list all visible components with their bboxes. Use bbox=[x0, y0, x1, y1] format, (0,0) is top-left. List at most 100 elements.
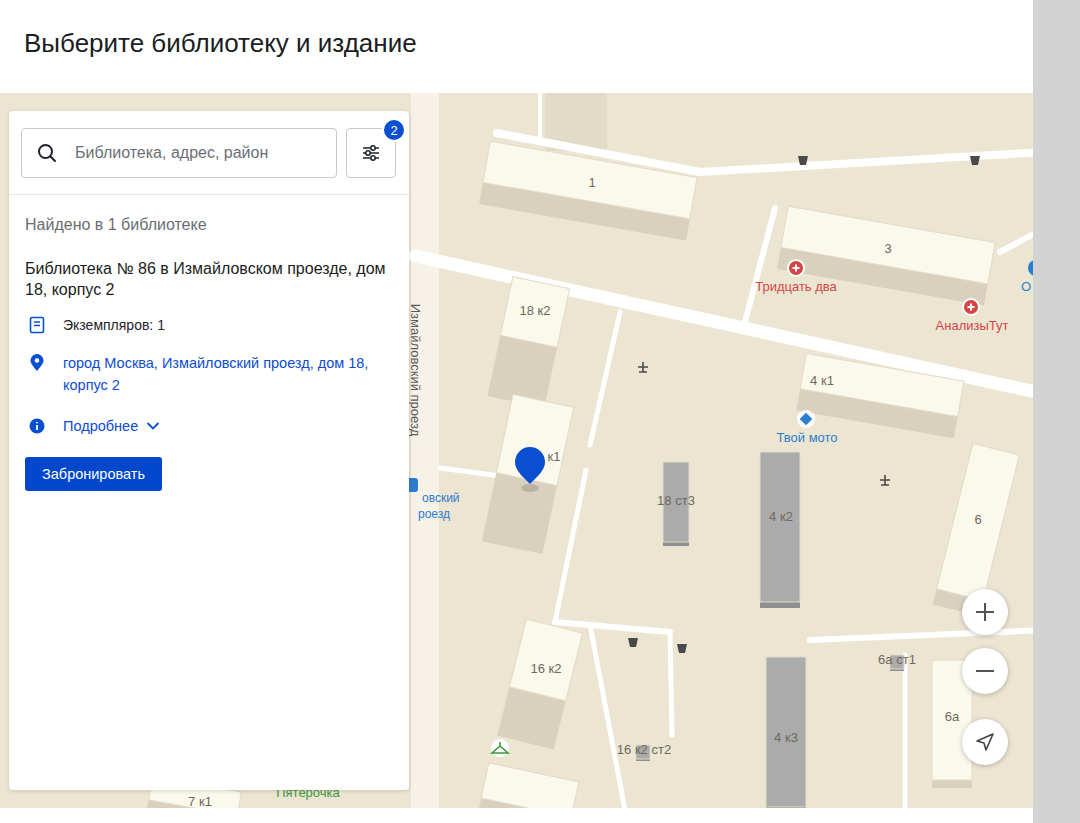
building-wall bbox=[477, 763, 579, 808]
building-number: 4 к3 bbox=[774, 730, 798, 745]
filter-count-badge: 2 bbox=[382, 118, 406, 142]
road bbox=[745, 208, 775, 322]
trash-icon bbox=[798, 156, 808, 165]
library-panel: 2 Найдено в 1 библиотеке Библиотека № 86 в… bbox=[9, 111, 409, 790]
library-card: Библиотека № 86 в Измайловском проезде, … bbox=[25, 236, 393, 491]
building-number: 18 к2 bbox=[520, 303, 551, 318]
building bbox=[482, 394, 574, 554]
copies-count: Экземпляров: 1 bbox=[63, 315, 165, 335]
page-title: Выберите библиотеку и издание bbox=[24, 28, 417, 65]
place-name[interactable]: О bbox=[1021, 279, 1031, 294]
building-roof bbox=[500, 277, 569, 348]
building-wall bbox=[766, 657, 806, 808]
scroll-gutter bbox=[1033, 0, 1080, 823]
building-wall bbox=[488, 277, 570, 408]
building bbox=[796, 353, 964, 438]
road bbox=[670, 632, 672, 735]
building-roof bbox=[496, 394, 573, 485]
road bbox=[1000, 228, 1033, 252]
map-controls bbox=[962, 589, 1008, 765]
building-wall bbox=[760, 452, 800, 608]
chevron-down-icon bbox=[146, 421, 160, 431]
building-roof bbox=[481, 763, 578, 808]
moto-icon[interactable] bbox=[797, 410, 815, 428]
library-pin[interactable] bbox=[515, 447, 545, 492]
address-link[interactable]: город Москва, Измайловский проезд, дом 1… bbox=[25, 352, 393, 396]
building-roof bbox=[800, 353, 964, 416]
playground-icon bbox=[638, 362, 648, 372]
road bbox=[538, 93, 542, 140]
medical-icon[interactable] bbox=[962, 298, 980, 316]
page: Выберите библиотеку и издание 1 3 18 к2 к1 4 … bbox=[0, 0, 1080, 823]
trash-icon bbox=[677, 644, 687, 653]
place[interactable]: АнализыТут bbox=[936, 298, 1009, 333]
street-name: Измайловский проезд bbox=[408, 304, 423, 437]
place-name[interactable]: Тридцать два bbox=[755, 279, 837, 294]
building-number: 16 к2 bbox=[531, 661, 562, 676]
building-number: 6а ст1 bbox=[878, 652, 916, 667]
book-icon bbox=[29, 316, 45, 334]
info-icon bbox=[29, 418, 45, 434]
zoom-in-button[interactable] bbox=[962, 589, 1008, 635]
building-number: 3 bbox=[884, 241, 891, 256]
address-text[interactable]: город Москва, Измайловский проезд, дом 1… bbox=[63, 352, 373, 396]
building-wall bbox=[482, 394, 574, 554]
building-number: к1 bbox=[548, 449, 561, 464]
building bbox=[477, 763, 579, 808]
clothes-shop-icon[interactable] bbox=[491, 739, 509, 757]
building-number: 1 bbox=[588, 175, 595, 190]
filter-button[interactable]: 2 bbox=[346, 128, 396, 178]
road bbox=[590, 625, 625, 808]
header: Выберите библиотеку и издание bbox=[0, 0, 1033, 93]
search-row: 2 bbox=[9, 111, 409, 195]
building-wall bbox=[796, 353, 964, 438]
building bbox=[488, 277, 570, 408]
building-roof bbox=[509, 619, 582, 701]
map[interactable]: 1318 к2к14 к118 ст34 к2616 к216 к2 ст24 … bbox=[0, 93, 1033, 808]
results: Найдено в 1 библиотеке Библиотека № 86 в … bbox=[9, 195, 409, 491]
place-name[interactable]: Твой мото bbox=[776, 430, 837, 445]
search-input[interactable] bbox=[75, 144, 324, 162]
bus-stop-label[interactable]: роезд bbox=[418, 507, 450, 521]
details-toggle[interactable]: Подробнее bbox=[25, 415, 166, 437]
building-roof bbox=[937, 443, 1020, 600]
building bbox=[479, 141, 697, 240]
medical-icon[interactable] bbox=[787, 259, 805, 277]
building-number: 6 bbox=[974, 512, 981, 527]
library-name: Библиотека № 86 в Измайловском проезде, … bbox=[25, 258, 393, 300]
building-number: 7 к1 bbox=[188, 794, 212, 808]
place[interactable]: Тридцать два bbox=[755, 259, 837, 294]
building-roof bbox=[766, 657, 806, 807]
bus-stop-label[interactable]: овский bbox=[422, 491, 460, 505]
zoom-out-button[interactable] bbox=[962, 648, 1008, 694]
place[interactable]: О bbox=[1021, 260, 1033, 294]
locate-button[interactable] bbox=[962, 719, 1008, 765]
building-roof bbox=[781, 206, 995, 284]
filter-icon bbox=[361, 143, 381, 163]
place-icon[interactable] bbox=[1028, 260, 1033, 276]
building bbox=[766, 657, 806, 808]
details-label[interactable]: Подробнее bbox=[63, 416, 138, 436]
plus-icon bbox=[974, 601, 996, 623]
building-roof bbox=[483, 141, 697, 219]
building-number: 4 к2 bbox=[769, 509, 793, 524]
building bbox=[497, 619, 582, 749]
place[interactable]: Твой мото bbox=[776, 410, 837, 445]
reserve-button[interactable]: Забронировать bbox=[25, 457, 162, 491]
minus-icon bbox=[974, 660, 996, 682]
results-summary: Найдено в 1 библиотеке bbox=[25, 214, 393, 236]
street-road bbox=[411, 93, 439, 808]
building-number: 18 ст3 bbox=[657, 493, 695, 508]
trash-icon bbox=[970, 156, 980, 165]
road bbox=[903, 655, 908, 808]
place-name[interactable]: АнализыТут bbox=[936, 318, 1009, 333]
search-field[interactable] bbox=[21, 128, 337, 178]
road bbox=[810, 630, 1033, 640]
building-number: 4 к1 bbox=[810, 373, 834, 388]
bottom-strip bbox=[0, 808, 1033, 823]
navigation-arrow-icon bbox=[975, 732, 995, 752]
building-wall bbox=[479, 141, 697, 240]
location-pin-icon bbox=[29, 354, 45, 372]
road bbox=[590, 312, 620, 445]
building-number: 6а bbox=[945, 709, 960, 724]
